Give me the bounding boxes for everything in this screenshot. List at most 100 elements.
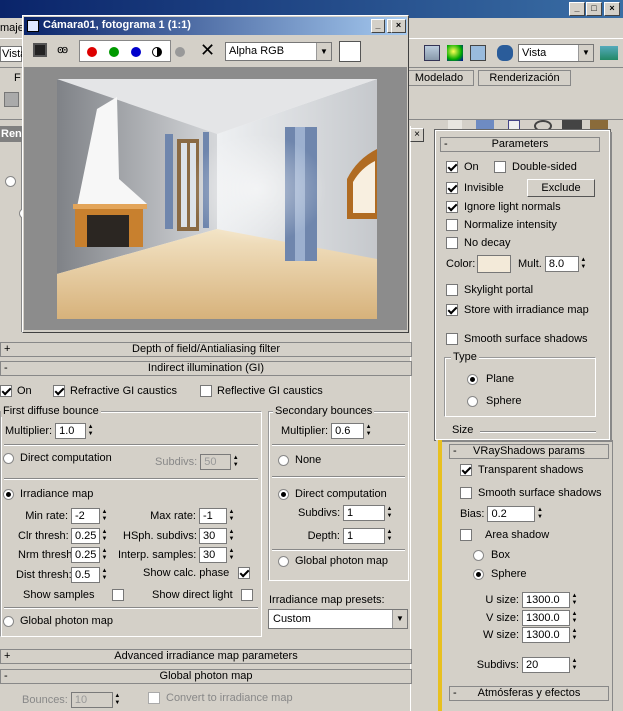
skylight-checkbox[interactable]: Skylight portal — [446, 284, 533, 296]
mult-field[interactable]: 8.0 — [544, 256, 579, 272]
sphere-radio[interactable]: Sphere — [467, 395, 521, 407]
shadows-smooth-checkbox[interactable]: Smooth surface shadows — [460, 487, 602, 499]
window-close-button[interactable]: × — [391, 19, 406, 33]
spinner-arrows-icon[interactable]: ▲ ▼ — [385, 505, 394, 521]
radio[interactable] — [3, 452, 14, 464]
rollup-photon-map[interactable]: - Global photon map — [0, 669, 412, 684]
radio[interactable] — [473, 549, 484, 561]
rollup-dof[interactable]: + Depth of field/Antialiasing filter — [0, 342, 412, 357]
spinner-arrows-icon[interactable]: ▲ ▼ — [227, 528, 236, 544]
checkbox[interactable] — [240, 589, 253, 601]
w-size-spinner[interactable]: 1300.0 ▲ ▼ — [522, 627, 579, 643]
save-icon[interactable] — [33, 43, 47, 57]
red-channel-icon[interactable] — [87, 47, 97, 57]
render-dialog-close-icon[interactable]: × — [410, 128, 424, 142]
radio[interactable] — [3, 615, 14, 627]
alpha-dot-icon[interactable] — [175, 47, 185, 57]
spinner-arrows-icon[interactable]: ▲ ▼ — [113, 692, 122, 708]
box-radio[interactable]: Box — [473, 549, 510, 561]
secondary-photon-radio[interactable]: Global photon map — [278, 555, 388, 567]
radio[interactable] — [3, 488, 14, 500]
rollup-shadows[interactable]: - VRayShadows params — [449, 444, 609, 459]
nrm-thresh-spinner[interactable]: 0.25 ▲ ▼ — [71, 547, 109, 563]
rollup-gi[interactable]: - Indirect illumination (GI) — [0, 361, 412, 376]
first-direct-radio[interactable]: Direct computation — [3, 452, 112, 464]
secondary-depth-spinner[interactable]: 1 ▲ ▼ — [343, 528, 394, 544]
checkbox[interactable] — [238, 567, 251, 579]
app-maximize-button[interactable]: □ — [586, 2, 602, 16]
smooth-shadows-checkbox[interactable]: Smooth surface shadows — [446, 333, 588, 345]
secondary-none-radio[interactable]: None — [278, 454, 321, 466]
material-editor-icon[interactable] — [447, 45, 463, 61]
shadow-sphere-radio[interactable]: Sphere — [473, 568, 526, 580]
min-rate-field[interactable]: -2 — [71, 508, 100, 524]
nrm-thresh-field[interactable]: 0.25 — [71, 547, 100, 563]
app-close-button[interactable]: × — [604, 2, 620, 16]
clone-icon[interactable]: ꙭ — [57, 44, 68, 56]
v-size-spinner[interactable]: 1300.0 ▲ ▼ — [522, 610, 579, 626]
light-on-checkbox[interactable]: On — [446, 161, 479, 173]
spinner-arrows-icon[interactable]: ▲ ▼ — [100, 508, 109, 524]
checkbox[interactable] — [200, 385, 212, 397]
checkbox[interactable] — [494, 161, 506, 173]
first-multiplier-field[interactable]: 1.0 — [55, 423, 87, 439]
clr-thresh-field[interactable]: 0.25 — [71, 528, 100, 544]
show-direct-light[interactable]: Show direct light — [152, 589, 253, 601]
secondary-multiplier-field[interactable]: 0.6 — [331, 423, 365, 439]
irradiance-map-radio[interactable]: Irradiance map — [3, 488, 93, 500]
light-color-swatch[interactable] — [477, 255, 511, 273]
interp-samples-field[interactable]: 30 — [199, 547, 227, 563]
checkbox[interactable] — [446, 161, 458, 173]
spinner-arrows-icon[interactable]: ▲ ▼ — [227, 547, 236, 563]
photon-bounces-field[interactable]: 10 — [70, 692, 113, 708]
shadow-subdivs-field[interactable]: 20 — [522, 657, 570, 673]
checkbox[interactable] — [446, 304, 458, 316]
checkbox[interactable] — [446, 237, 458, 249]
menu-item-partial[interactable]: maje — [0, 22, 24, 34]
show-samples[interactable]: Show samples — [23, 589, 124, 601]
u-size-spinner[interactable]: 1300.0 ▲ ▼ — [522, 592, 579, 608]
checkbox[interactable] — [446, 219, 458, 231]
store-irradiance-checkbox[interactable]: Store with irradiance map — [446, 304, 589, 316]
area-shadow-checkbox[interactable]: Area shadow — [460, 529, 549, 541]
show-calc-phase[interactable]: Show calc. phase — [143, 567, 251, 579]
exclude-button[interactable]: Exclude — [527, 179, 595, 197]
checkbox[interactable] — [460, 529, 472, 541]
secondary-multiplier-spinner[interactable]: 0.6 ▲ ▼ — [331, 423, 373, 439]
reflective-caustics-checkbox[interactable]: Reflective GI caustics — [200, 385, 323, 397]
first-photon-radio[interactable]: Global photon map — [3, 615, 113, 627]
blue-channel-icon[interactable] — [131, 47, 141, 57]
spinner-arrows-icon[interactable]: ▲ ▼ — [100, 528, 109, 544]
first-subdivs-spinner[interactable]: 50 ▲ ▼ — [200, 454, 240, 470]
shadow-subdivs-spinner[interactable]: 20 ▲ ▼ — [522, 657, 579, 673]
radio[interactable] — [467, 395, 478, 407]
invisible-checkbox[interactable]: Invisible — [446, 182, 504, 194]
clear-icon[interactable]: ✕ — [200, 41, 215, 59]
channel-select[interactable]: Alpha RGB ▼ — [225, 42, 332, 61]
max-rate-spinner[interactable]: -1 ▲ ▼ — [199, 508, 236, 524]
spinner-arrows-icon[interactable]: ▲ ▼ — [570, 592, 579, 608]
tab-renderizacion[interactable]: Renderización — [478, 70, 571, 86]
secondary-subdivs-spinner[interactable]: 1 ▲ ▼ — [343, 505, 394, 521]
bias-field[interactable]: 0.2 — [487, 506, 536, 522]
checkbox[interactable] — [460, 487, 472, 499]
hsph-subdivs-spinner[interactable]: 30 ▲ ▼ — [199, 528, 236, 544]
photon-bounces-spinner[interactable]: 10 ▲ ▼ — [70, 692, 122, 708]
checkbox[interactable] — [111, 589, 124, 601]
spinner-arrows-icon[interactable]: ▲ ▼ — [570, 627, 579, 643]
radio[interactable] — [278, 555, 289, 567]
gi-on-checkbox[interactable]: On — [0, 385, 32, 397]
max-rate-field[interactable]: -1 — [199, 508, 227, 524]
no-decay-checkbox[interactable]: No decay — [446, 237, 510, 249]
checkbox[interactable] — [446, 201, 458, 213]
checkbox[interactable] — [460, 464, 472, 476]
dist-thresh-field[interactable]: 0.5 — [71, 567, 100, 583]
bias-spinner[interactable]: 0.2 ▲ ▼ — [487, 506, 544, 522]
spinner-arrows-icon[interactable]: ▲ ▼ — [100, 567, 109, 583]
tab-modelado[interactable]: Modelado — [404, 70, 474, 86]
spinner-arrows-icon[interactable]: ▲ ▼ — [579, 256, 588, 272]
dist-thresh-spinner[interactable]: 0.5 ▲ ▼ — [71, 567, 109, 583]
render-teapot-icon[interactable] — [497, 45, 513, 61]
spinner-arrows-icon[interactable]: ▲ ▼ — [227, 508, 236, 524]
color-swatch[interactable] — [339, 41, 361, 62]
